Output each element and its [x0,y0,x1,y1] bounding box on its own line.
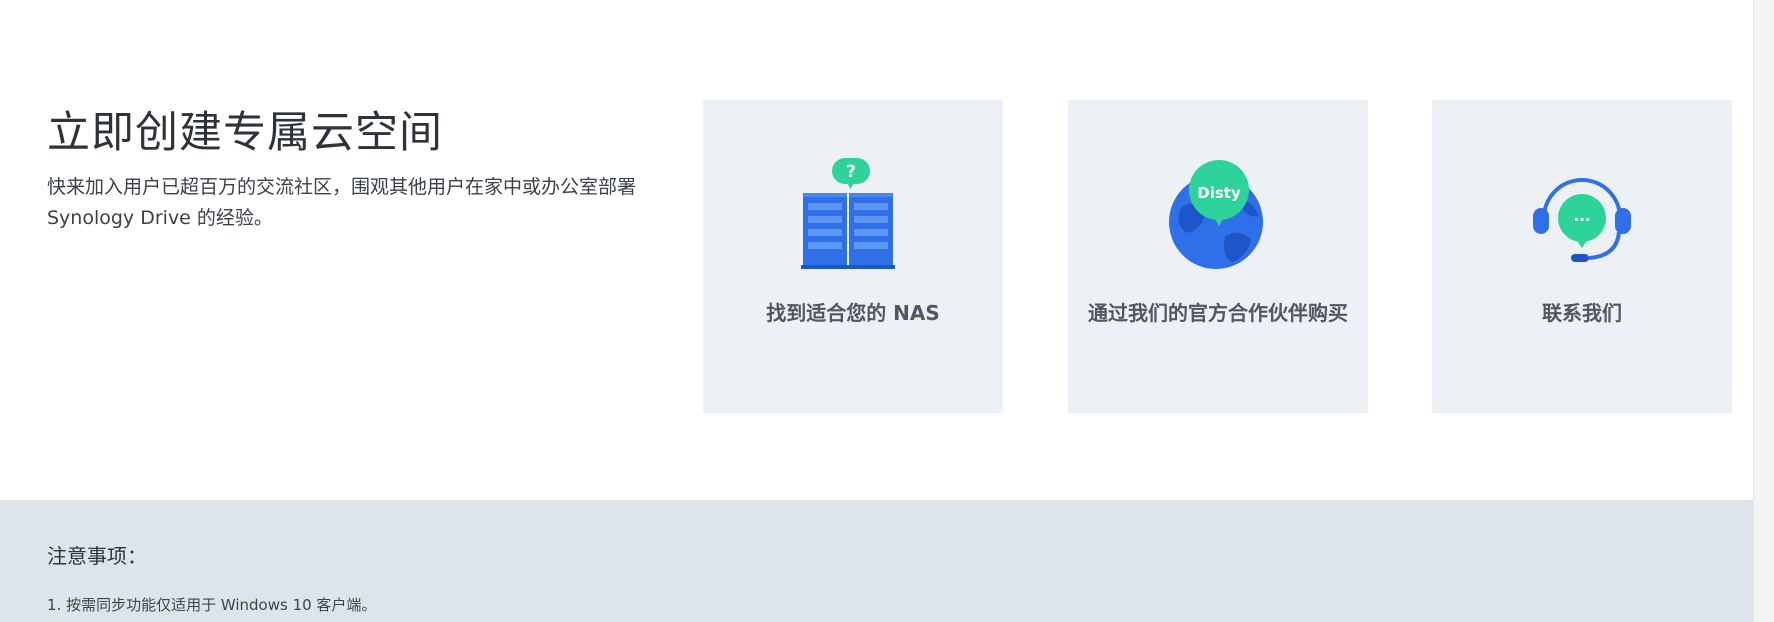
bubble-text: ... [1573,207,1590,225]
notes-section: 注意事项： 1. 按需同步功能仅适用于 Windows 10 客户端。 [0,500,1753,622]
card-buy-partner[interactable]: Disty 通过我们的官方合作伙伴购买 [1068,100,1368,413]
card-contact-us[interactable]: ... 联系我们 [1432,100,1732,413]
hero-description: 快来加入用户已超百万的交流社区，围观其他用户在家中或办公室部署 Synology… [47,176,637,229]
notes-item: 1. 按需同步功能仅适用于 Windows 10 客户端。 [47,596,377,614]
page: 立即创建专属云空间 快来加入用户已超百万的交流社区，围观其他用户在家中或办公室部… [0,0,1774,622]
nas-question-icon: ? [801,158,895,269]
hero-section: 立即创建专属云空间 快来加入用户已超百万的交流社区，围观其他用户在家中或办公室部… [0,0,1753,500]
notes-title: 注意事项： [47,544,147,568]
card-label: 找到适合您的 NAS [766,301,940,325]
globe-disty-icon: Disty [1169,160,1263,269]
card-label: 联系我们 [1542,301,1622,325]
card-find-nas[interactable]: ? 找到适合您的 NAS [703,100,1003,413]
scrollbar[interactable] [1753,0,1774,622]
hero-title: 立即创建专属云空间 [47,108,443,158]
bubble-text: ? [846,162,856,182]
bubble-text: Disty [1197,184,1241,202]
headset-chat-icon: ... [1533,178,1631,262]
card-label: 通过我们的官方合作伙伴购买 [1088,301,1348,325]
